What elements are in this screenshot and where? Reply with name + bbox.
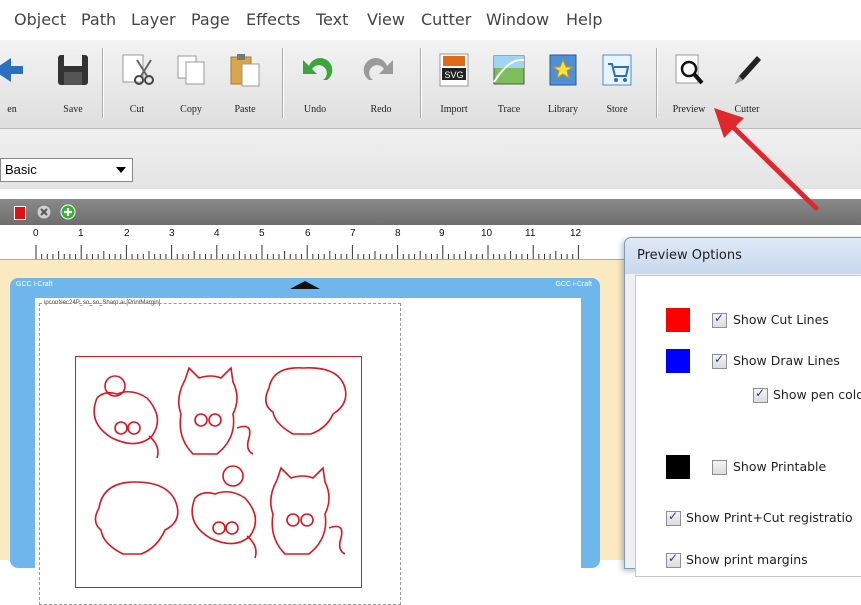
draw-line-color-swatch[interactable]	[666, 349, 690, 373]
menu-help[interactable]: Help	[566, 10, 602, 29]
show-printable-checkbox[interactable]	[712, 460, 727, 475]
add-layer-icon[interactable]	[60, 204, 76, 220]
layer-color-icon[interactable]	[14, 206, 26, 220]
show-cut-lines-label: Show Cut Lines	[733, 312, 829, 327]
mouse-shape	[191, 465, 257, 559]
store-button[interactable]: Store	[590, 46, 644, 116]
cow-shape	[265, 367, 347, 435]
show-printable-label: Show Printable	[733, 459, 827, 474]
ruler-number: 12	[570, 228, 582, 239]
show-draw-lines-label: Show Draw Lines	[733, 353, 840, 368]
ruler-number: 6	[305, 228, 311, 239]
style-combo[interactable]: Basic	[0, 158, 133, 182]
menu-page[interactable]: Page	[191, 10, 230, 29]
copy-icon	[177, 55, 205, 85]
show-cut-lines-checkbox[interactable]: ✓	[712, 311, 727, 328]
ruler-ticks	[35, 245, 579, 259]
floppy-disk-icon	[58, 55, 88, 85]
ruler-number: 7	[350, 228, 356, 239]
menu-text[interactable]: Text	[316, 10, 348, 29]
ruler-number: 11	[525, 228, 536, 239]
magnifier-icon	[675, 54, 704, 85]
paste-icon	[230, 54, 260, 87]
open-button[interactable]: en	[0, 46, 34, 116]
ruler-number: 4	[214, 228, 220, 239]
ruler-number: 3	[169, 228, 175, 239]
save-button[interactable]: Save	[46, 46, 100, 116]
preview-options-dialog: Preview Options ✓ Show Cut Lines ✓ Show …	[624, 237, 861, 577]
library-button[interactable]: Library	[536, 46, 590, 116]
scissors-icon	[122, 54, 154, 85]
dialog-body: ✓ Show Cut Lines ✓ Show Draw Lines ✓ Sho…	[635, 275, 861, 577]
checkmark-icon: ✓	[755, 386, 766, 400]
import-button[interactable]: SVG Import	[427, 46, 481, 116]
ruler-number: 1	[78, 228, 84, 239]
shopping-cart-icon	[602, 54, 632, 86]
undo-button[interactable]: Undo	[288, 46, 342, 116]
cut-design-shapes[interactable]	[77, 358, 357, 570]
mat-label-right: GCC i-Craft	[555, 281, 592, 288]
redo-icon	[363, 58, 393, 80]
toolbar-separator	[420, 48, 421, 118]
mouse-shape	[93, 375, 159, 459]
delete-layer-icon[interactable]	[36, 204, 52, 220]
undo-icon	[303, 58, 333, 80]
cut-button[interactable]: Cut	[110, 46, 164, 116]
mat-feed-arrow-icon	[290, 281, 320, 289]
menu-object[interactable]: Object	[14, 10, 66, 29]
show-print-margins-checkbox[interactable]: ✓	[666, 551, 681, 568]
ruler-number: 8	[395, 228, 401, 239]
paste-button[interactable]: Paste	[218, 46, 272, 116]
menu-path[interactable]: Path	[81, 10, 116, 29]
dialog-title: Preview Options	[637, 248, 742, 263]
toolbar-separator	[656, 48, 657, 118]
menu-view[interactable]: View	[367, 10, 405, 29]
chevron-down-icon	[116, 167, 126, 173]
ruler-number: 9	[439, 228, 445, 239]
cat-shape	[269, 466, 346, 555]
cow-shape	[94, 481, 179, 555]
dialog-titlebar[interactable]: Preview Options	[625, 238, 861, 274]
annotation-arrow	[714, 108, 819, 211]
style-combo-value: Basic	[5, 162, 37, 177]
trace-button[interactable]: Trace	[482, 46, 536, 116]
page: ipconNec24P_so_so_Sharp.ai [PrintMargin]	[35, 298, 581, 605]
printable-color-swatch[interactable]	[666, 455, 690, 479]
show-print-cut-registration-label: Show Print+Cut registratio	[686, 510, 853, 525]
trace-icon	[493, 55, 525, 85]
svg-import-icon: SVG	[439, 53, 469, 87]
ruler-number: 10	[481, 228, 493, 239]
menu-bar: Object Path Layer Page Effects Text View…	[0, 0, 861, 41]
checkmark-icon: ✓	[714, 311, 725, 325]
show-pen-color-label: Show pen colo	[773, 387, 861, 402]
redo-button[interactable]: Redo	[354, 46, 408, 116]
library-star-icon	[549, 54, 577, 86]
show-print-cut-registration-checkbox[interactable]: ✓	[666, 509, 681, 526]
checkmark-icon: ✓	[668, 509, 679, 523]
cut-line-color-swatch[interactable]	[666, 308, 690, 332]
cat-shape	[177, 366, 254, 455]
menu-cutter[interactable]: Cutter	[421, 10, 471, 29]
menu-effects[interactable]: Effects	[246, 10, 300, 29]
open-icon	[0, 58, 23, 82]
show-draw-lines-checkbox[interactable]: ✓	[712, 352, 727, 369]
checkmark-icon: ✓	[714, 352, 725, 366]
mat-label-left: GCC i-Craft	[16, 281, 53, 288]
menu-layer[interactable]: Layer	[131, 10, 176, 29]
ruler-number: 5	[259, 228, 265, 239]
toolbar-separator	[282, 48, 283, 118]
ruler-number: 2	[124, 228, 130, 239]
cutter-blade-icon	[735, 56, 761, 84]
ruler-number: 0	[33, 228, 39, 239]
copy-button[interactable]: Copy	[164, 46, 218, 116]
show-pen-color-checkbox[interactable]: ✓	[753, 386, 768, 403]
toolbar-separator	[102, 48, 103, 118]
svg-text:SVG: SVG	[444, 70, 463, 80]
checkmark-icon: ✓	[668, 551, 679, 565]
menu-window[interactable]: Window	[486, 10, 549, 29]
cutting-mat: GCC i-Craft GCC i-Craft ipconNec24P_so_s…	[10, 278, 600, 605]
